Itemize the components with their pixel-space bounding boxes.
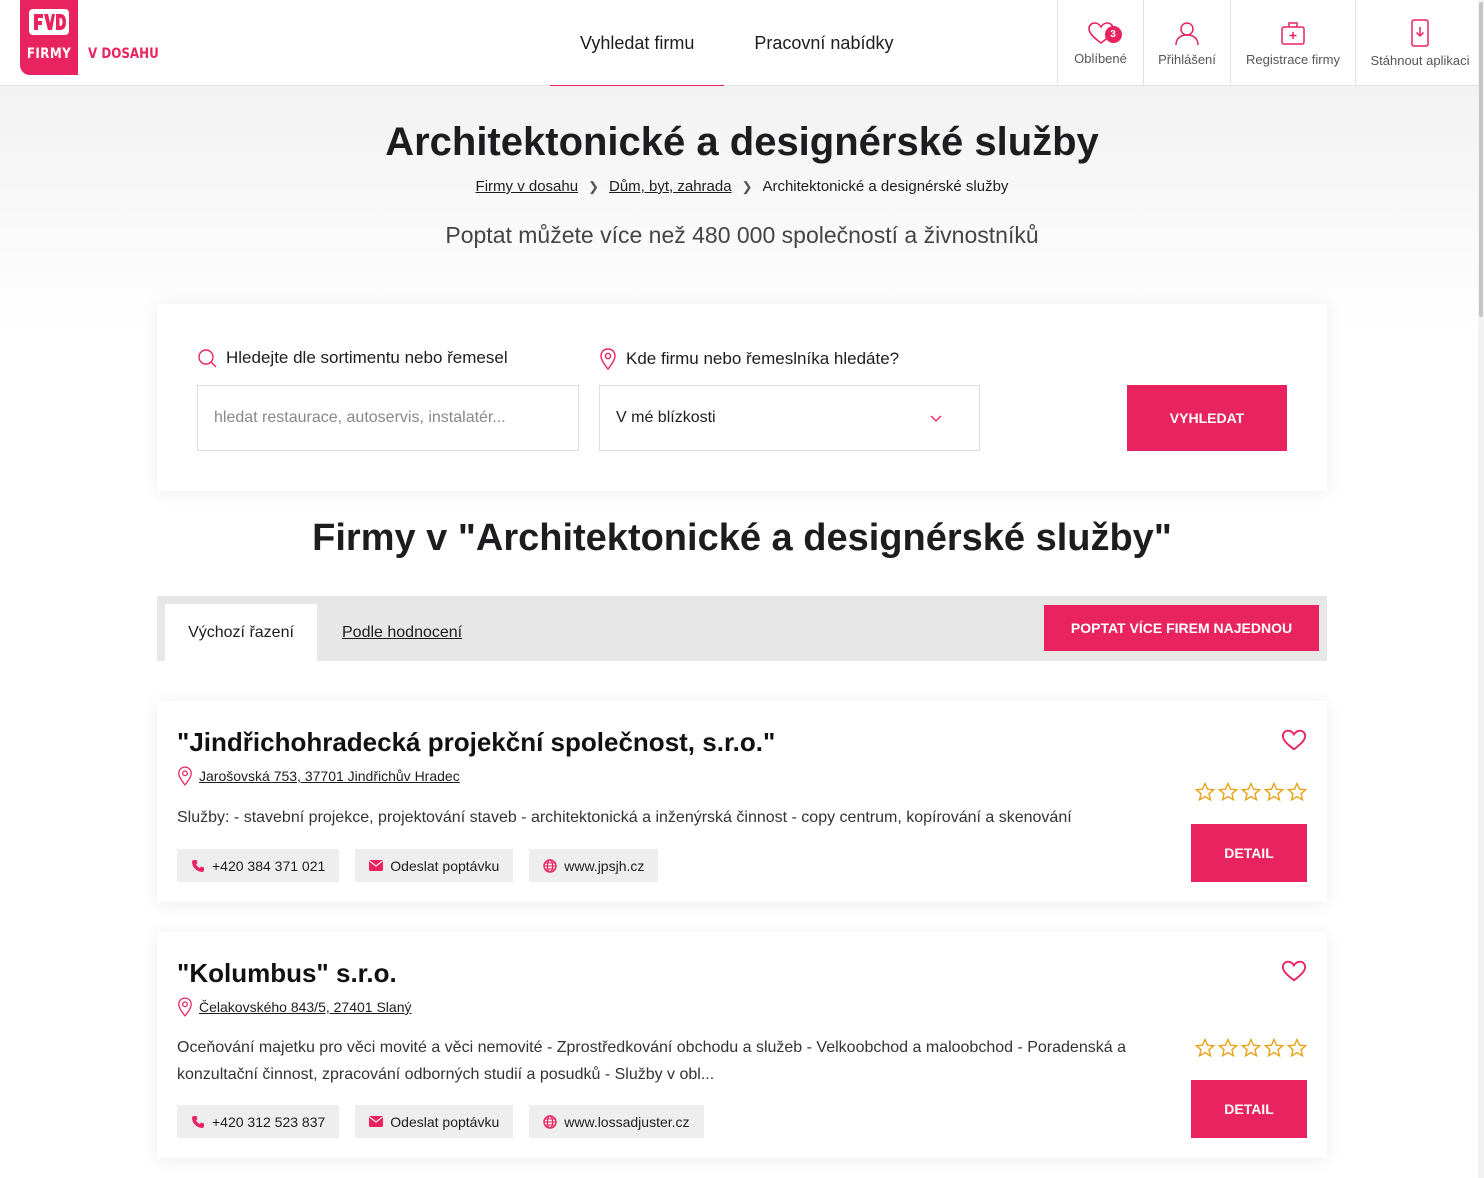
login-label: Přihlášení [1158,51,1216,67]
inquiry-chip[interactable]: Odeslat poptávku [355,849,514,882]
company-address-link[interactable]: Jarošovská 753, 37701 Jindřichův Hradec [199,768,460,784]
results-title: Firmy v "Architektonické a designérské s… [312,517,1172,559]
phone-number: +420 384 371 021 [212,857,326,874]
phone-chip[interactable]: +420 312 523 837 [177,1105,340,1138]
phone-number: +420 312 523 837 [212,1113,326,1130]
company-address: Čelakovského 843/5, 27401 Slaný [177,997,411,1017]
rating-stars[interactable] [1192,782,1307,802]
page-scrollbar[interactable] [1478,0,1484,1178]
phone-chip[interactable]: +420 384 371 021 [177,849,340,882]
logo-vdosahu-text: V DOSAHU [88,46,159,62]
breadcrumb-link-category[interactable]: Dům, byt, zahrada [609,178,732,195]
scrollbar-thumb[interactable] [1479,2,1483,317]
search-button[interactable]: VYHLEDAT [1127,385,1287,451]
star-icon [1218,782,1238,802]
company-name[interactable]: "Kolumbus" s.r.o. [177,958,397,989]
briefcase-plus-icon [1281,21,1305,45]
breadcrumb-current: Architektonické a designérské služby [762,178,1009,195]
user-icon [1175,21,1199,45]
website-chip[interactable]: www.lossadjuster.cz [529,1105,704,1138]
company-description: Služby: - stavební projekce, projektován… [177,809,1072,826]
logo-firmy-text: FIRMY [26,46,72,62]
company-description: Oceňování majetku pro věci movité a věci… [177,1039,1126,1083]
register-company-button[interactable]: Registrace firmy [1230,0,1355,86]
favorites-count-badge: 3 [1104,26,1122,43]
logo-fvd-icon [29,9,69,35]
star-icon [1287,1038,1307,1058]
chevron-down-icon [930,415,942,422]
heart-icon [1281,960,1307,982]
company-card: "Jindřichohradecká projekční společnost,… [157,701,1327,902]
nav-job-offers[interactable]: Pracovní nabídky [724,0,923,86]
search-what-label-text: Hledejte dle sortimentu nebo řemesel [226,348,508,367]
company-card: "Kolumbus" s.r.o. Čelakovského 843/5, 27… [157,932,1327,1158]
rating-stars[interactable] [1192,1038,1307,1058]
globe-icon [543,1114,557,1129]
company-contact-chips: +420 384 371 021 Odeslat poptávku www.jp… [177,849,674,882]
phone-icon [192,1115,204,1128]
company-address-link[interactable]: Čelakovského 843/5, 27401 Slaný [199,999,411,1015]
star-icon [1218,1038,1238,1058]
download-app-button[interactable]: Stáhnout aplikaci [1355,0,1484,86]
location-select[interactable]: V mé blízkosti [599,385,980,451]
favorites-button[interactable]: 3 Oblíbené [1057,0,1143,86]
envelope-icon [369,1116,384,1127]
favorites-label: Oblíbené [1074,50,1127,66]
inquiry-label: Odeslat poptávku [390,1113,500,1130]
location-pin-icon [600,348,616,370]
breadcrumb-link-home[interactable]: Firmy v dosahu [476,178,579,195]
inquiry-chip[interactable]: Odeslat poptávku [355,1105,514,1138]
page-title: Architektonické a designérské služby [385,120,1099,164]
location-pin-icon [178,766,192,786]
search-where-label: Kde firmu nebo řemeslníka hledáte? [599,348,899,370]
search-where-label-text: Kde firmu nebo řemeslníka hledáte? [626,349,900,368]
search-input[interactable] [197,385,579,451]
sort-tab-default[interactable]: Výchozí řazení [165,604,317,661]
star-icon [1264,1038,1284,1058]
company-address: Jarošovská 753, 37701 Jindřichův Hradec [177,766,460,786]
breadcrumb-chevron-icon: ❯ [741,178,753,194]
hero-subtitle: Poptat můžete více než 480 000 společnos… [445,222,1039,248]
company-contact-chips: +420 312 523 837 Odeslat poptávku www.lo… [177,1105,720,1138]
website-url: www.lossadjuster.cz [564,1113,690,1130]
main-nav: Vyhledat firmu Pracovní nabídky [550,0,923,87]
inquire-multiple-button[interactable]: POPTAT VÍCE FIREM NAJEDNOU [1044,605,1319,651]
star-icon [1287,782,1307,802]
register-label: Registrace firmy [1246,51,1340,67]
company-name[interactable]: "Jindřichohradecká projekční společnost,… [177,727,775,758]
star-icon [1195,1038,1215,1058]
detail-button[interactable]: DETAIL [1191,1080,1307,1138]
logo-mark: FIRMY [20,0,78,75]
star-icon [1241,782,1261,802]
star-icon [1264,782,1284,802]
nav-search-company[interactable]: Vyhledat firmu [550,0,725,87]
location-select-value: V mé blízkosti [616,409,716,426]
login-button[interactable]: Přihlášení [1143,0,1230,86]
favorite-toggle[interactable] [1281,728,1307,757]
detail-button[interactable]: DETAIL [1191,824,1307,882]
favorite-toggle[interactable] [1281,959,1307,988]
star-icon [1241,1038,1261,1058]
envelope-icon [369,860,384,871]
sort-tab-rating[interactable]: Podle hodnocení [342,604,462,661]
logo[interactable]: FIRMY V DOSAHU [20,0,159,75]
search-what-label: Hledejte dle sortimentu nebo řemesel [197,348,508,368]
star-icon [1195,782,1215,802]
phone-download-icon [1411,18,1429,47]
search-panel: Hledejte dle sortimentu nebo řemesel Kde… [157,304,1327,491]
heart-icon [1281,729,1307,751]
inquiry-label: Odeslat poptávku [390,857,500,874]
globe-icon [543,858,557,873]
breadcrumb-chevron-icon: ❯ [588,178,599,194]
breadcrumb: Firmy v dosahu ❯ Dům, byt, zahrada ❯ Arc… [0,178,1484,195]
website-chip[interactable]: www.jpsjh.cz [529,849,659,882]
header-actions: 3 Oblíbené Přihlášení Registrace firmy S… [1057,0,1484,86]
website-url: www.jpsjh.cz [564,857,645,874]
location-pin-icon [178,997,192,1017]
site-header: FIRMY V DOSAHU Vyhledat firmu Pracovní n… [0,0,1484,87]
phone-icon [192,859,204,872]
search-icon [198,349,217,368]
sort-bar: Výchozí řazení Podle hodnocení POPTAT VÍ… [157,596,1327,661]
download-label: Stáhnout aplikaci [1370,52,1470,68]
